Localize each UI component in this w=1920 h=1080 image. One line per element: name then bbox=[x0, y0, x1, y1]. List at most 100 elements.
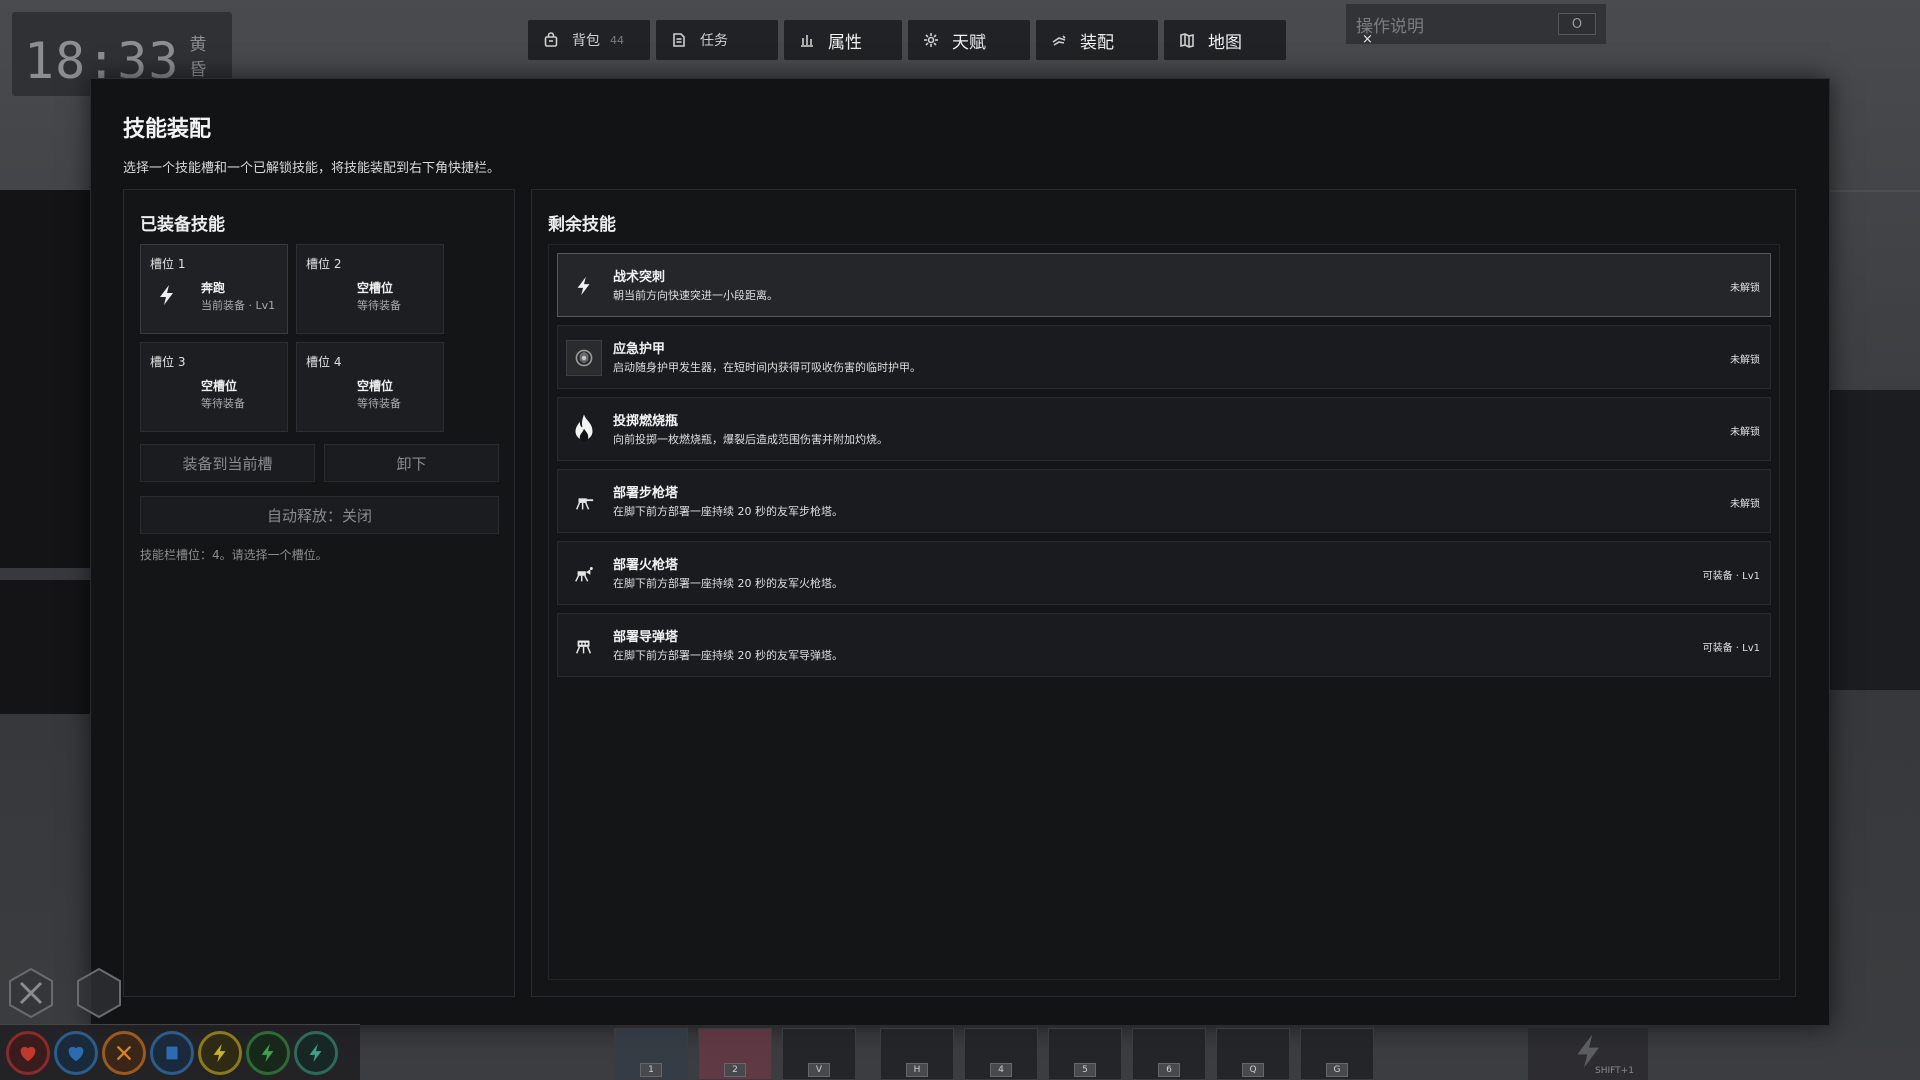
skill-name: 部署步枪塔 bbox=[613, 486, 679, 501]
list-item[interactable]: 投掷燃烧瓶 向前投掷一枚燃烧瓶，爆裂后造成范围伤害并附加灼烧。 未解锁 bbox=[557, 397, 1771, 461]
dark-wall bbox=[1830, 390, 1920, 690]
skill-status: 未解锁 bbox=[1730, 283, 1760, 294]
skill-description: 在脚下前方部署一座持续 20 秒的友军导弹塔。 bbox=[613, 649, 843, 662]
hotbar-slot[interactable]: 1 bbox=[614, 1028, 688, 1080]
skill-description: 启动随身护甲发生器，在短时间内获得可吸收伤害的临时护甲。 bbox=[613, 361, 921, 374]
day-phase: 黄昏 bbox=[189, 35, 207, 80]
flame-turret-icon bbox=[566, 556, 602, 592]
armor-icon bbox=[566, 340, 602, 376]
hotkey-label: V bbox=[808, 1063, 830, 1077]
skill-slot-4[interactable]: 槽位 4 空槽位 等待装备 bbox=[296, 342, 444, 432]
panel-title: 已装备技能 bbox=[140, 215, 225, 235]
missile-turret-icon bbox=[566, 628, 602, 664]
heart-icon bbox=[20, 1046, 36, 1061]
tab-label: 地图 bbox=[1208, 32, 1242, 53]
hotbar-slot[interactable]: Q bbox=[1216, 1028, 1290, 1080]
status-bar bbox=[0, 1024, 360, 1080]
hotbar-slot[interactable]: 5 bbox=[1048, 1028, 1122, 1080]
slot-skill-status: 等待装备 bbox=[201, 397, 245, 410]
hotbar-slot[interactable]: H bbox=[880, 1028, 954, 1080]
energy-orb bbox=[198, 1030, 242, 1075]
list-item[interactable]: 应急护甲 启动随身护甲发生器，在短时间内获得可吸收伤害的临时护甲。 未解锁 bbox=[557, 325, 1771, 389]
skill-slot-2[interactable]: 槽位 2 空槽位 等待装备 bbox=[296, 244, 444, 334]
tab-label: 背包 bbox=[572, 33, 600, 49]
turret-icon bbox=[566, 484, 602, 520]
skill-name: 投掷燃烧瓶 bbox=[613, 414, 679, 429]
unequip-button[interactable]: 卸下 bbox=[324, 444, 499, 482]
page-title: 技能装配 bbox=[123, 117, 212, 142]
skill-status: 未解锁 bbox=[1730, 427, 1760, 438]
hotkey-label: 2 bbox=[724, 1063, 746, 1077]
skill-name: 应急护甲 bbox=[613, 342, 666, 357]
slot-skill-name: 奔跑 bbox=[201, 281, 226, 295]
skill-list-frame: 战术突刺 朝当前方向快速突进一小段距离。 未解锁 应急护甲 启动随身护甲发生器，… bbox=[548, 244, 1780, 980]
list-item[interactable]: 部署步枪塔 在脚下前方部署一座持续 20 秒的友军步枪塔。 未解锁 bbox=[557, 469, 1771, 533]
slot-skill-name: 空槽位 bbox=[357, 379, 394, 393]
hotkey-label: 6 bbox=[1158, 1063, 1180, 1077]
slot-skill-status: 当前装备 · Lv1 bbox=[201, 299, 276, 312]
tab-stats[interactable]: 属性 bbox=[784, 20, 902, 60]
lightning-icon bbox=[309, 1043, 322, 1062]
skill-name: 部署导弹塔 bbox=[613, 630, 679, 645]
list-item[interactable]: 战术突刺 朝当前方向快速突进一小段距离。 未解锁 bbox=[557, 253, 1771, 317]
shield-orb bbox=[54, 1030, 98, 1075]
crossed-swords-icon bbox=[9, 967, 53, 1019]
fire-icon bbox=[566, 412, 602, 448]
tab-quest[interactable]: 任务 bbox=[656, 20, 778, 60]
armor-orb bbox=[150, 1030, 194, 1075]
skill-status: 未解锁 bbox=[1730, 499, 1760, 510]
tab-map[interactable]: 地图 bbox=[1164, 20, 1286, 60]
melee-hex-button[interactable] bbox=[4, 966, 58, 1020]
controls-help[interactable]: 操作说明 O bbox=[1346, 4, 1606, 44]
dark-wall bbox=[0, 580, 92, 714]
slot-skill-name: 空槽位 bbox=[357, 281, 394, 295]
hotbar-slot[interactable]: 4 bbox=[964, 1028, 1038, 1080]
tab-talent[interactable]: 天赋 bbox=[908, 20, 1030, 60]
skill-slot-1[interactable]: 槽位 1 奔跑 当前装备 · Lv1 bbox=[140, 244, 288, 334]
hotbar-slot[interactable]: 2 bbox=[698, 1028, 772, 1080]
heart-outline-icon bbox=[68, 1046, 84, 1061]
tab-label: 装配 bbox=[1080, 32, 1114, 53]
tab-label: 任务 bbox=[700, 33, 728, 49]
health-orb bbox=[6, 1030, 50, 1075]
tab-loadout[interactable]: 装配 bbox=[1036, 20, 1158, 60]
shift-hotkey-label: SHIFT+1 bbox=[1595, 1066, 1634, 1076]
dark-wall bbox=[0, 190, 92, 568]
lightning-icon bbox=[213, 1043, 226, 1062]
slot-skill-status: 等待装备 bbox=[357, 299, 401, 312]
hotkey-label: 5 bbox=[1074, 1063, 1096, 1077]
panel-title: 剩余技能 bbox=[548, 215, 616, 235]
hotkey-label: 1 bbox=[640, 1063, 662, 1077]
lightning-icon bbox=[566, 268, 602, 304]
skill-name: 战术突刺 bbox=[613, 270, 666, 285]
skill-slot-3[interactable]: 槽位 3 空槽位 等待装备 bbox=[140, 342, 288, 432]
skill-status: 未解锁 bbox=[1730, 355, 1760, 366]
hotbar-slot[interactable]: 6 bbox=[1132, 1028, 1206, 1080]
skill-status: 可装备 · Lv1 bbox=[1702, 643, 1760, 654]
list-item[interactable]: 部署火枪塔 在脚下前方部署一座持续 20 秒的友军火枪塔。 可装备 · Lv1 bbox=[557, 541, 1771, 605]
remaining-skills-panel: 剩余技能 战术突刺 朝当前方向快速突进一小段距离。 未解锁 应急护甲 启动随身护… bbox=[531, 189, 1796, 997]
stamina-orb bbox=[246, 1030, 290, 1075]
slot-label: 槽位 1 bbox=[150, 257, 186, 271]
armor-icon bbox=[166, 1046, 178, 1059]
list-item[interactable]: 部署导弹塔 在脚下前方部署一座持续 20 秒的友军导弹塔。 可装备 · Lv1 bbox=[557, 613, 1771, 677]
equipped-skills-panel: 已装备技能 槽位 1 奔跑 当前装备 · Lv1 槽位 2 空槽位 等待装备 槽… bbox=[123, 189, 515, 997]
close-icon[interactable]: × bbox=[1362, 32, 1373, 47]
skill-status: 可装备 · Lv1 bbox=[1702, 571, 1760, 582]
hotbar-slot[interactable]: V bbox=[782, 1028, 856, 1080]
hotbar-slot[interactable]: G bbox=[1300, 1028, 1374, 1080]
tab-label: 天赋 bbox=[952, 32, 986, 53]
hex-frame-icon bbox=[77, 967, 121, 1019]
lightning-icon bbox=[261, 1043, 274, 1062]
secondary-hex-button[interactable] bbox=[72, 966, 126, 1020]
tab-bag[interactable]: 背包 44 bbox=[528, 20, 650, 60]
auto-release-toggle[interactable]: 自动释放：关闭 bbox=[140, 496, 499, 534]
skill-name: 部署火枪塔 bbox=[613, 558, 679, 573]
speed-orb bbox=[294, 1030, 338, 1075]
lightning-icon bbox=[1577, 1034, 1599, 1068]
slot-skill-status: 等待装备 bbox=[357, 397, 401, 410]
bag-icon bbox=[542, 31, 560, 49]
skill-description: 在脚下前方部署一座持续 20 秒的友军火枪塔。 bbox=[613, 577, 843, 590]
hotkey-label: H bbox=[906, 1063, 928, 1077]
equip-to-slot-button[interactable]: 装备到当前槽 bbox=[140, 444, 315, 482]
